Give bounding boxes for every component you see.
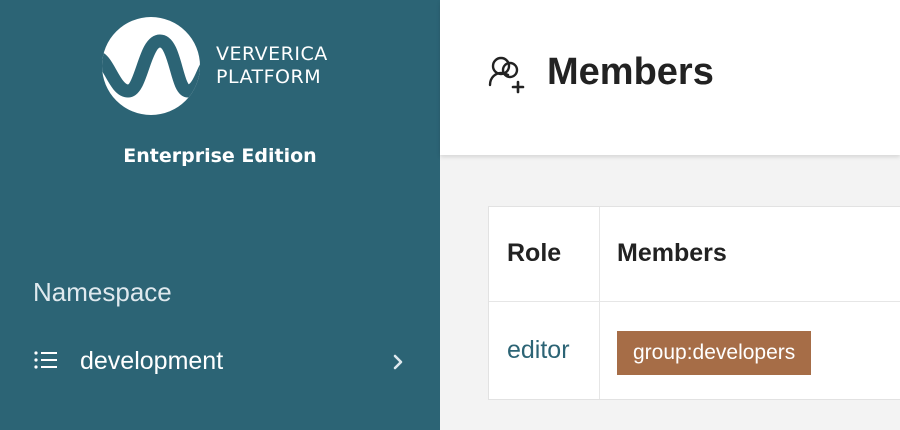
page-header: Members [440, 0, 900, 155]
namespace-value: development [80, 347, 224, 375]
namespace-label: Namespace [33, 277, 172, 307]
column-header-role: Role [507, 239, 562, 267]
list-icon [34, 350, 58, 375]
column-header-members: Members [617, 239, 727, 267]
ververica-wave-logo-icon [102, 17, 200, 115]
brand-line-2: PLATFORM [216, 66, 322, 88]
namespace-selector[interactable]: development [0, 336, 440, 388]
member-badge: group:developers [617, 331, 812, 375]
members-table: Role Members editor group:developers [488, 206, 900, 400]
sidebar: VERVERICA PLATFORM Enterprise Edition Na… [0, 0, 440, 430]
members-add-icon [488, 55, 528, 100]
brand-logo[interactable]: VERVERICA PLATFORM [102, 17, 342, 117]
role-link-editor[interactable]: editor [507, 336, 570, 365]
column-divider [599, 207, 600, 399]
edition-label: Enterprise Edition [123, 145, 317, 167]
page-title: Members [547, 51, 714, 93]
brand-wordmark: VERVERICA PLATFORM [216, 43, 328, 89]
chevron-right-icon [392, 353, 404, 376]
brand-line-1: VERVERICA [216, 43, 328, 65]
row-divider [489, 301, 900, 302]
